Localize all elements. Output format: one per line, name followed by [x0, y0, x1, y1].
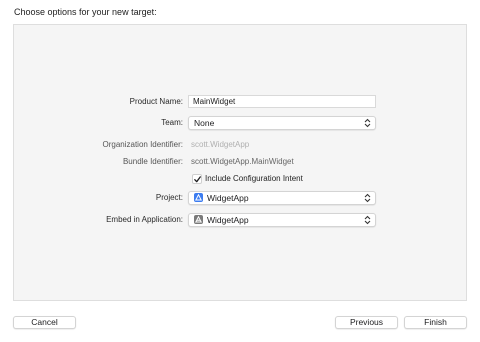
bundle-identifier-value: scott.WidgetApp.MainWidget [191, 157, 294, 166]
project-popup[interactable]: WidgetApp [188, 191, 376, 205]
embed-label: Embed in Application: [106, 215, 183, 224]
cancel-button[interactable]: Cancel [13, 316, 76, 329]
include-config-label: Include Configuration Intent [205, 174, 303, 183]
chevron-up-down-icon [364, 193, 371, 203]
project-row: Project: WidgetApp [14, 191, 468, 205]
product-name-field[interactable]: MainWidget [188, 95, 376, 108]
finish-button[interactable]: Finish [404, 316, 467, 329]
chevron-up-down-icon [364, 215, 371, 225]
checkmark-icon [194, 176, 201, 183]
team-row: Team: None [14, 116, 468, 130]
bundle-identifier-label: Bundle Identifier: [122, 157, 183, 166]
options-panel: Product Name: MainWidget Team: None Orga… [13, 24, 467, 301]
include-config-checkbox[interactable] [192, 174, 202, 184]
org-identifier-label: Organization Identifier: [102, 140, 184, 149]
project-value: WidgetApp [207, 193, 249, 203]
bundle-identifier-row: Bundle Identifier: scott.WidgetApp.MainW… [14, 155, 468, 169]
team-value: None [194, 118, 215, 128]
chevron-up-down-icon [364, 118, 371, 128]
previous-button[interactable]: Previous [335, 316, 398, 329]
app-target-icon [194, 215, 203, 224]
embed-row: Embed in Application: WidgetApp [14, 213, 468, 227]
org-identifier-row: Organization Identifier: scott.WidgetApp [14, 138, 468, 152]
product-name-label: Product Name: [129, 97, 183, 106]
product-name-row: Product Name: MainWidget [14, 95, 468, 109]
embed-value: WidgetApp [207, 215, 249, 225]
team-label: Team: [161, 118, 183, 127]
org-identifier-field[interactable]: scott.WidgetApp [191, 138, 249, 152]
xcode-project-icon [194, 193, 203, 202]
project-label: Project: [155, 193, 183, 202]
embed-popup[interactable]: WidgetApp [188, 213, 376, 227]
dialog-heading: Choose options for your new target: [14, 7, 157, 17]
include-config-row: Include Configuration Intent [14, 173, 468, 187]
team-popup[interactable]: None [188, 116, 376, 130]
